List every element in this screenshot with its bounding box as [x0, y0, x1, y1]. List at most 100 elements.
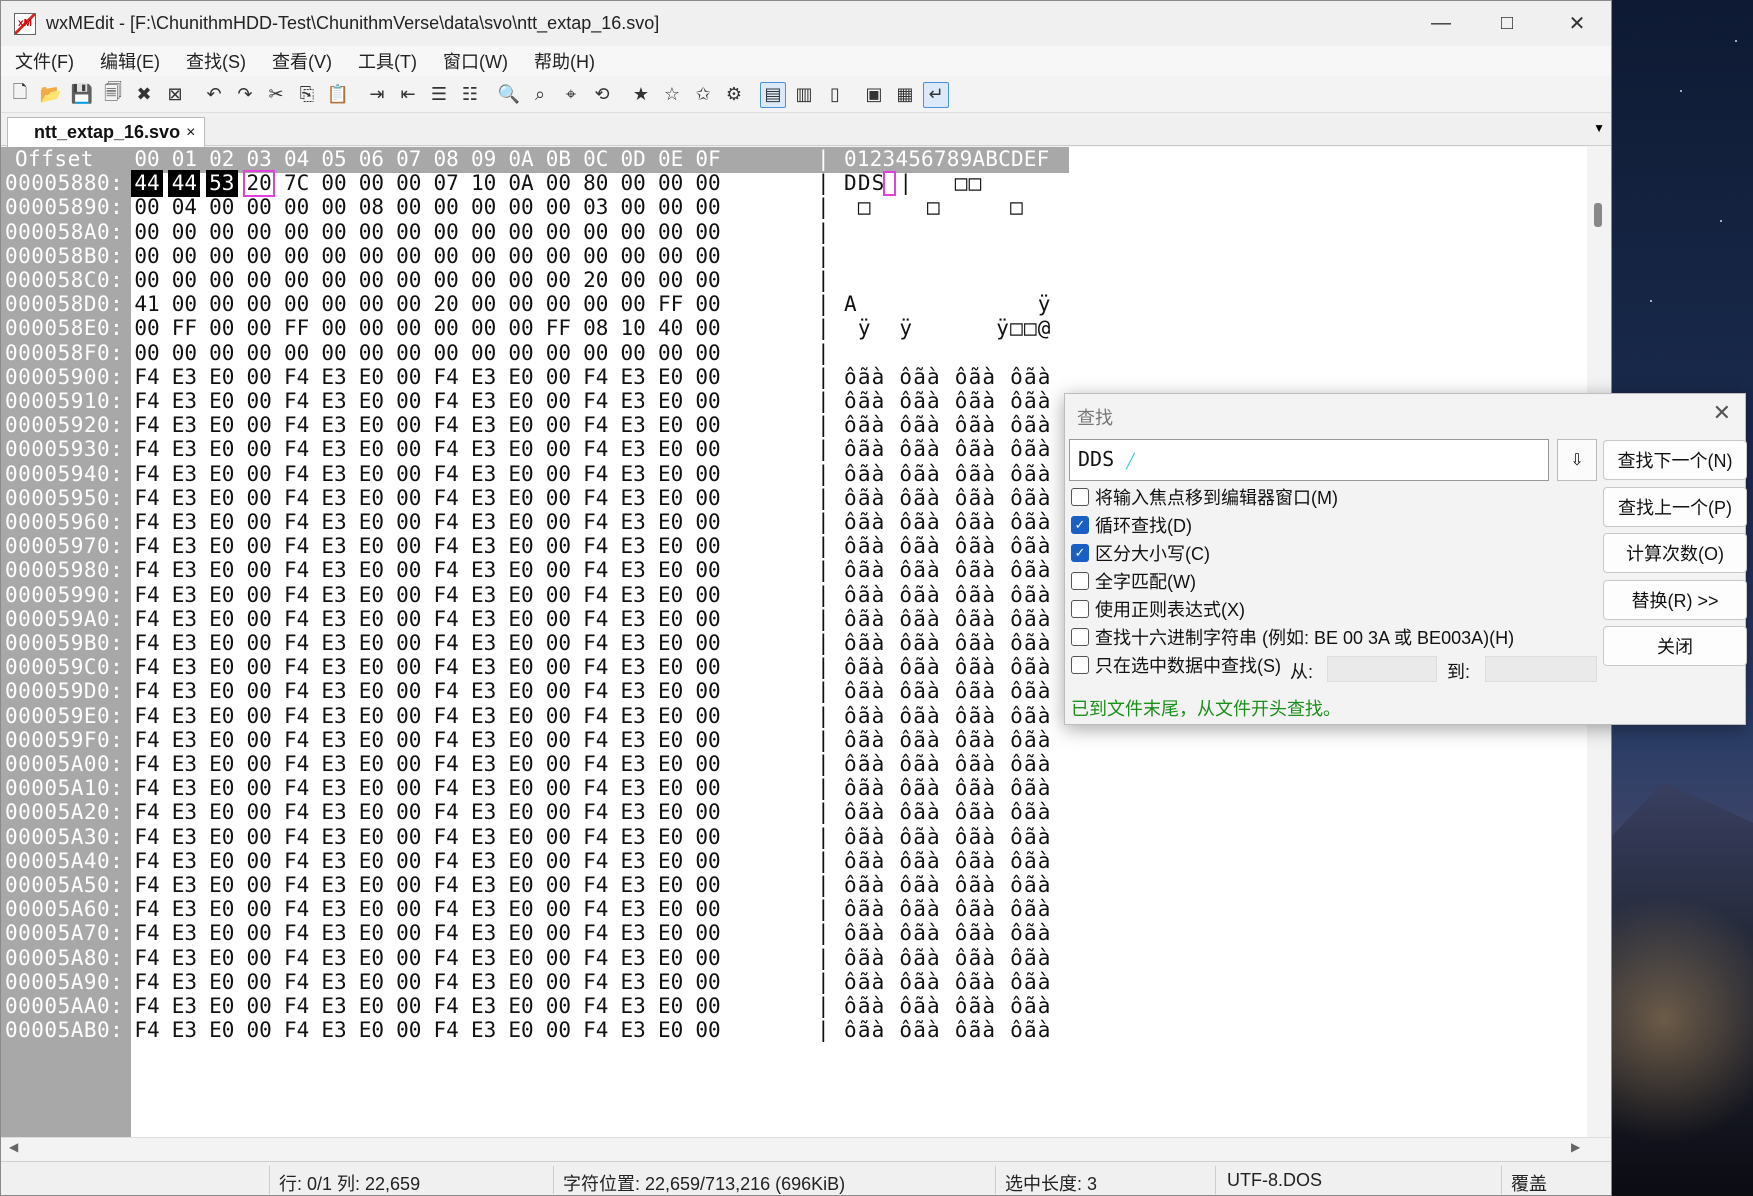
hex-byte[interactable]: F4 [580, 582, 612, 609]
hex-byte[interactable]: 00 [393, 412, 425, 439]
hex-byte[interactable]: 00 [468, 243, 500, 270]
hex-byte[interactable]: F4 [131, 727, 163, 754]
hex-byte[interactable]: E0 [505, 920, 537, 947]
copy-icon[interactable]: ⎘ [294, 82, 320, 108]
hex-byte[interactable]: F4 [131, 945, 163, 972]
hex-byte[interactable]: 00 [505, 315, 537, 342]
hex-byte[interactable]: F4 [580, 896, 612, 923]
checkbox[interactable]: ✓ [1071, 544, 1089, 562]
hex-byte[interactable]: 00 [243, 824, 275, 851]
text-mode-icon[interactable]: ▤ [760, 81, 786, 108]
hex-byte[interactable]: E3 [168, 509, 200, 536]
hex-byte[interactable]: E0 [655, 485, 687, 512]
hex-byte[interactable]: E0 [505, 485, 537, 512]
hex-byte[interactable]: E0 [505, 1017, 537, 1044]
hex-byte[interactable]: E0 [655, 630, 687, 657]
hex-byte[interactable]: E0 [206, 509, 238, 536]
checkbox[interactable] [1071, 488, 1089, 506]
hex-byte[interactable]: E3 [468, 533, 500, 560]
minimize-button[interactable]: — [1405, 1, 1477, 46]
ascii-text[interactable]: ôãà ôãà ôãà ôãà [844, 993, 1052, 1020]
hex-byte[interactable]: E0 [355, 945, 387, 972]
ascii-text[interactable]: ÿ ÿ ÿ□□@ [844, 315, 1052, 342]
hex-byte[interactable]: F4 [281, 630, 313, 657]
hex-byte[interactable]: 08 [355, 194, 387, 221]
hex-byte[interactable]: E0 [206, 993, 238, 1020]
hex-byte[interactable]: 00 [243, 799, 275, 826]
hex-byte[interactable]: E0 [655, 824, 687, 851]
hex-byte[interactable]: E0 [206, 751, 238, 778]
hex-byte[interactable]: E0 [655, 775, 687, 802]
uncomment-icon[interactable]: ☷ [457, 82, 483, 108]
hex-byte[interactable]: F4 [580, 412, 612, 439]
hex-byte[interactable]: E0 [655, 533, 687, 560]
hex-byte[interactable]: E0 [206, 945, 238, 972]
hex-byte[interactable]: 00 [168, 291, 200, 318]
hex-byte[interactable]: F4 [430, 775, 462, 802]
hex-byte[interactable]: 00 [393, 751, 425, 778]
hex-byte[interactable]: FF [542, 315, 574, 342]
tab-close-icon[interactable]: × [186, 124, 195, 142]
hex-byte[interactable]: E3 [617, 703, 649, 730]
hex-byte[interactable]: F4 [281, 461, 313, 488]
hex-byte[interactable]: F4 [430, 436, 462, 463]
hex-byte[interactable]: 00 [318, 291, 350, 318]
hex-byte[interactable]: F4 [580, 751, 612, 778]
hex-byte[interactable]: F4 [580, 848, 612, 875]
hex-byte[interactable]: 41 [131, 291, 163, 318]
hex-byte[interactable]: E3 [468, 703, 500, 730]
hex-byte[interactable]: F4 [430, 703, 462, 730]
hex-byte[interactable]: E3 [318, 799, 350, 826]
hex-byte[interactable]: E0 [655, 799, 687, 826]
hex-byte[interactable]: 00 [542, 993, 574, 1020]
maximize-button[interactable]: □ [1471, 1, 1543, 46]
hex-byte[interactable]: E0 [505, 678, 537, 705]
hex-byte[interactable]: 00 [617, 340, 649, 367]
ascii-text[interactable]: ôãà ôãà ôãà ôãà [844, 678, 1052, 705]
hex-byte[interactable]: 00 [692, 291, 724, 318]
hex-byte[interactable]: F4 [281, 485, 313, 512]
hex-byte[interactable]: E3 [617, 654, 649, 681]
hex-byte[interactable]: E3 [468, 678, 500, 705]
hex-byte[interactable]: F4 [580, 727, 612, 754]
hex-byte[interactable]: 00 [243, 219, 275, 246]
hex-byte[interactable]: 00 [243, 678, 275, 705]
hex-byte[interactable]: E0 [355, 533, 387, 560]
hex-byte[interactable]: F4 [281, 606, 313, 633]
hex-byte[interactable]: 00 [505, 194, 537, 221]
ascii-text[interactable]: ôãà ôãà ôãà ôãà [844, 799, 1052, 826]
ascii-text[interactable]: ôãà ôãà ôãà ôãà [844, 969, 1052, 996]
hex-byte[interactable]: 00 [542, 388, 574, 415]
hex-byte[interactable]: E3 [468, 582, 500, 609]
hex-byte[interactable]: 00 [542, 775, 574, 802]
hex-byte[interactable]: 00 [131, 243, 163, 270]
open-file-icon[interactable]: 📂 [38, 82, 64, 108]
hex-byte[interactable]: F4 [281, 1017, 313, 1044]
hex-byte[interactable]: 00 [206, 243, 238, 270]
hex-byte[interactable]: 00 [243, 703, 275, 730]
hex-byte[interactable]: E3 [617, 751, 649, 778]
hex-byte[interactable]: E3 [168, 678, 200, 705]
hex-byte[interactable]: 00 [542, 824, 574, 851]
hex-byte[interactable]: E3 [468, 461, 500, 488]
hex-byte[interactable]: E0 [505, 606, 537, 633]
hex-byte[interactable]: F4 [131, 1017, 163, 1044]
hex-byte[interactable]: E0 [655, 388, 687, 415]
hex-byte[interactable]: 00 [393, 703, 425, 730]
hex-byte[interactable]: E3 [617, 969, 649, 996]
hex-byte[interactable]: F4 [430, 364, 462, 391]
hex-byte[interactable]: F4 [281, 993, 313, 1020]
hex-byte[interactable]: 00 [692, 945, 724, 972]
bookmark-icon[interactable]: ★ [628, 82, 654, 108]
hex-byte[interactable]: 00 [692, 678, 724, 705]
hex-byte[interactable]: E3 [318, 461, 350, 488]
hex-byte[interactable]: 00 [243, 751, 275, 778]
hex-byte[interactable]: E3 [168, 557, 200, 584]
hex-byte[interactable]: 00 [692, 872, 724, 899]
hex-byte[interactable]: 00 [243, 194, 275, 221]
hex-byte[interactable]: 00 [393, 727, 425, 754]
hex-byte[interactable]: 00 [243, 920, 275, 947]
find-next-icon[interactable]: ⌕ [527, 82, 553, 108]
hex-byte[interactable]: E0 [355, 751, 387, 778]
hex-byte[interactable]: E3 [318, 654, 350, 681]
